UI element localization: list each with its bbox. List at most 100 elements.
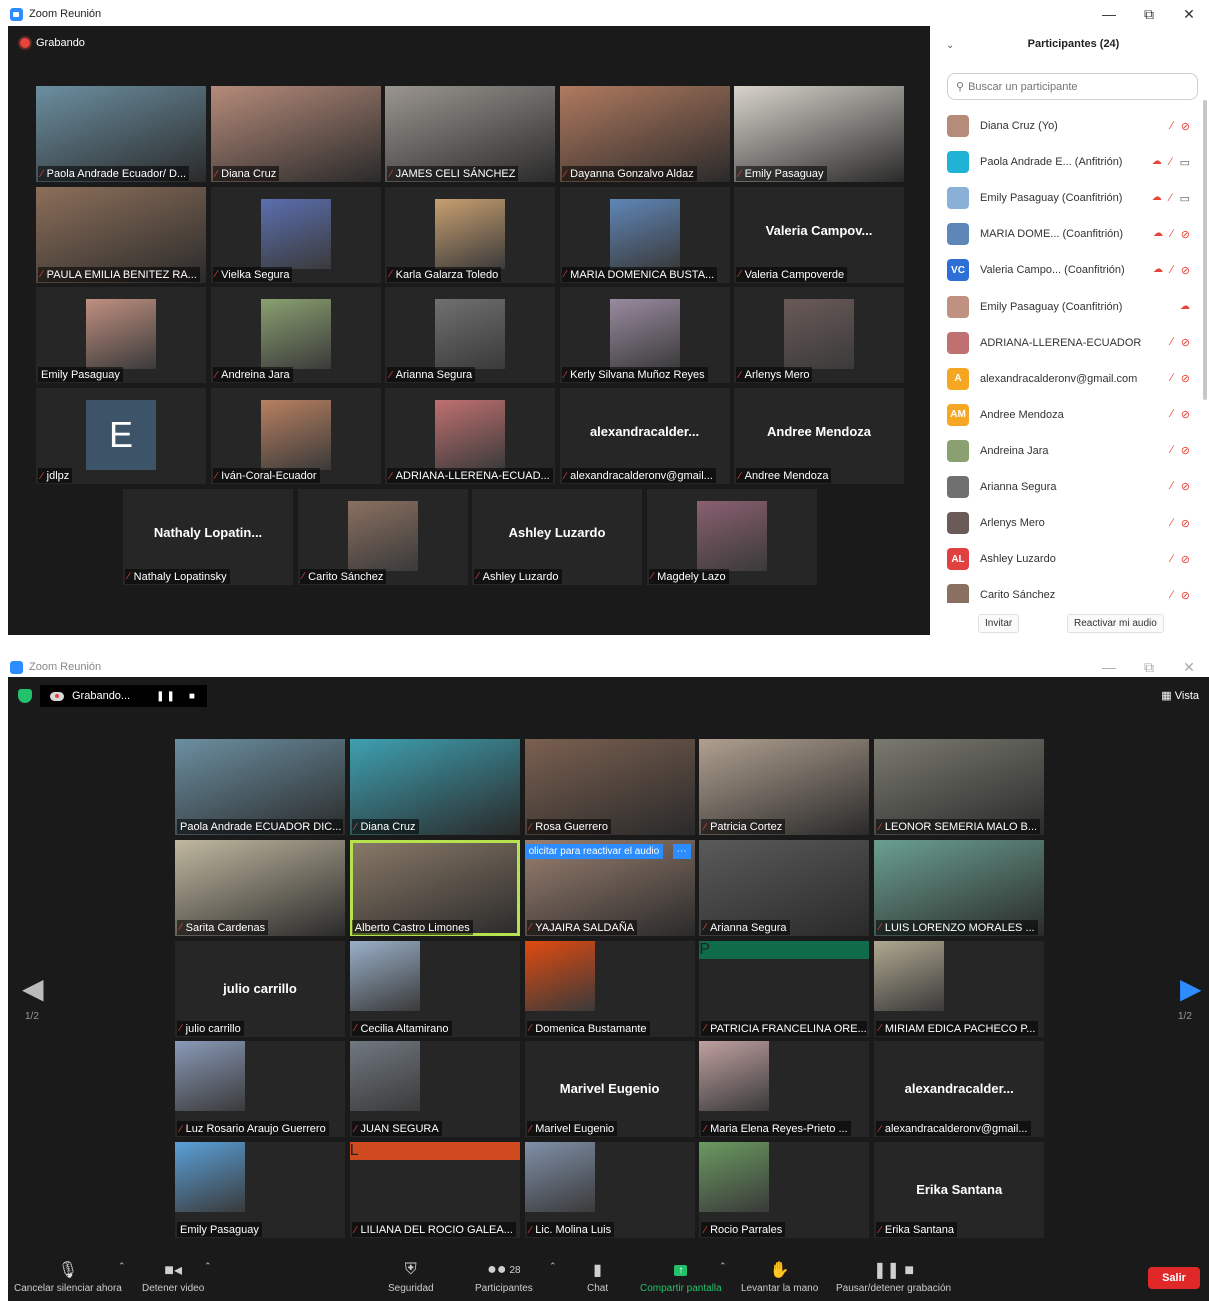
participant-tile[interactable]: ∕ MARIA DOMENICA BUSTA... [559, 186, 730, 283]
participant-row[interactable]: Diana Cruz (Yo) ∕ ⊘ [938, 108, 1202, 144]
participant-tile[interactable]: ∕ Maria Elena Reyes-Prieto ... [699, 1041, 870, 1138]
audio-options-chevron-icon[interactable]: ⌃ [118, 1261, 126, 1272]
participant-tile[interactable]: ∕ Arlenys Mero [734, 287, 904, 384]
share-options-chevron-icon[interactable]: ⌃ [719, 1261, 727, 1272]
participant-tile[interactable]: ∕ JAMES CELI SÁNCHEZ [385, 86, 555, 182]
participant-tile[interactable]: ∕ Dayanna Gonzalvo Aldaz [559, 86, 730, 182]
search-input[interactable] [968, 80, 1189, 93]
minimize-icon[interactable]: — [1089, 657, 1129, 677]
participant-tile[interactable]: alexandracalder... ∕ alexandracalderonv@gm… [874, 1041, 1045, 1138]
participant-row[interactable]: Aalexandracalderonv@gmail.com ∕ ⊘ [938, 361, 1202, 397]
participant-row[interactable]: Arlenys Mero ∕ ⊘ [938, 505, 1202, 541]
participant-tile[interactable]: ∕ Lic. Molina Luis [524, 1142, 695, 1239]
participants-button[interactable]: ●● 28 Participantes [475, 1257, 533, 1294]
participant-tile[interactable]: ∕ Iván-Coral-Ecuador [210, 388, 381, 485]
participant-row[interactable]: Paola Andrade E... (Anfitrión) ☁ ∕ ▭ [938, 144, 1202, 180]
participant-tile[interactable]: E ∕ jdlpz [36, 388, 206, 485]
participant-tile[interactable]: ∕ LUIS LORENZO MORALES ... [874, 839, 1045, 936]
participant-tile[interactable]: L ∕ LILIANA DEL ROCIO GALEA... [349, 1142, 520, 1239]
zoom-window-1: Zoom Reunión — ⧉ ✕ Grabando ∕ Paola Andra… [0, 0, 1209, 640]
participant-tile[interactable]: ∕ Sarita Cardenas [175, 839, 345, 936]
video-options-chevron-icon[interactable]: ⌃ [204, 1261, 212, 1272]
participant-tile[interactable]: ∕ Emily Pasaguay [734, 86, 904, 182]
stop-video-button[interactable]: ■◂ Detener video [142, 1257, 204, 1294]
participant-tile[interactable]: Alberto Castro Limones [349, 839, 520, 936]
participant-name: Karla Galarza Toledo [395, 268, 499, 281]
participant-tile[interactable]: ∕ JUAN SEGURA [349, 1041, 520, 1138]
participant-tile[interactable]: ∕ LEONOR SEMERIA MALO B... [874, 739, 1045, 835]
participant-tile[interactable]: ∕ Domenica Bustamante [524, 940, 695, 1037]
participant-row[interactable]: AL Ashley Luzardo ∕ ⊘ [938, 541, 1202, 577]
minimize-icon[interactable]: — [1089, 0, 1129, 28]
participant-tile[interactable]: Paola Andrade ECUADOR DIC... [175, 739, 345, 835]
participant-search[interactable]: ⚲ [947, 73, 1198, 100]
close-icon[interactable]: ✕ [1169, 657, 1209, 677]
restore-icon[interactable]: ⧉ [1129, 0, 1169, 28]
participant-row[interactable]: Arianna Segura ∕ ⊘ [938, 469, 1202, 505]
participant-row[interactable]: Carito Sánchez ∕ ⊘ [938, 577, 1202, 603]
participant-tile[interactable]: ∕ Paola Andrade Ecuador/ D... [36, 86, 206, 182]
participant-row[interactable]: Andreina Jara ∕ ⊘ [938, 433, 1202, 469]
participant-tile[interactable]: ∕ Rosa Guerrero [524, 739, 695, 835]
mic-muted-icon: 🎙 [57, 1262, 79, 1279]
pause-recording-button[interactable]: ❚❚ ■ Pausar/detener grabación [836, 1257, 951, 1294]
raise-hand-button[interactable]: ✋ Levantar la mano [741, 1257, 818, 1294]
participant-tile[interactable]: Marivel Eugenio ∕ Marivel Eugenio [524, 1041, 695, 1138]
share-screen-button[interactable]: ↑ Compartir pantalla [640, 1257, 722, 1294]
participant-tile[interactable]: Andree Mendoza ∕ Andree Mendoza [734, 388, 904, 485]
participant-tile[interactable]: P ∕ PATRICIA FRANCELINA ORE... [699, 940, 870, 1037]
participant-tile[interactable]: alexandracalder... ∕ alexandracalderonv@gm… [559, 388, 730, 485]
view-button[interactable]: ▦ Vista [1161, 689, 1199, 702]
participant-tile[interactable]: julio carrillo ∕ julio carrillo [175, 940, 345, 1037]
security-shield-icon[interactable] [18, 689, 32, 703]
participant-tile[interactable]: ∕ Diana Cruz [210, 86, 381, 182]
participant-tile[interactable]: ∕ ADRIANA-LLERENA-ECUAD... [385, 388, 555, 485]
participant-row[interactable]: Emily Pasaguay (Coanfitrión) ☁ [938, 288, 1202, 324]
participant-tile[interactable]: Emily Pasaguay [175, 1142, 345, 1239]
participant-tile[interactable]: Nathaly Lopatin... ∕ Nathaly Lopatinsky [123, 488, 293, 585]
participant-tile[interactable]: ∕ Carito Sánchez [297, 488, 468, 585]
participant-tile[interactable]: ∕ Arianna Segura [385, 287, 555, 384]
more-options-icon[interactable]: ⋯ [672, 843, 691, 859]
participant-tile[interactable]: olicitar para reactivar el audio ⋯ ∕ YAJAIR… [524, 839, 695, 936]
participants-options-chevron-icon[interactable]: ⌃ [549, 1261, 557, 1272]
participant-row[interactable]: MARIA DOME... (Coanfitrión) ☁ ∕ ⊘ [938, 216, 1202, 252]
stop-recording-icon[interactable]: ■ [189, 691, 197, 702]
participant-tile[interactable]: ∕ Arianna Segura [699, 839, 870, 936]
participant-tile[interactable]: ∕ Cecilia Altamirano [349, 940, 520, 1037]
unmute-button[interactable]: 🎙 Cancelar silenciar ahora [14, 1257, 122, 1294]
prev-page-icon[interactable]: ◀ [22, 972, 44, 1005]
security-button[interactable]: ⛨ Seguridad [388, 1257, 434, 1294]
participant-tile[interactable]: ∕ Diana Cruz [349, 739, 520, 835]
profile-picture [260, 299, 331, 370]
participant-tile[interactable]: Valeria Campov... ∕ Valeria Campoverde [734, 186, 904, 283]
participant-row[interactable]: AM Andree Mendoza ∕ ⊘ [938, 397, 1202, 433]
chat-button[interactable]: ▮ Chat [587, 1257, 608, 1294]
request-unmute-button[interactable]: olicitar para reactivar el audio [524, 843, 664, 859]
participant-tile[interactable]: ∕ Magdely Lazo [646, 488, 817, 585]
mic-muted-icon: ∕ [879, 1224, 881, 1236]
participant-row[interactable]: Emily Pasaguay (Coanfitrión) ☁ ∕ ▭ [938, 180, 1202, 216]
participant-tile[interactable]: ∕ Karla Galarza Toledo [385, 186, 555, 283]
participant-tile[interactable]: Emily Pasaguay [36, 287, 206, 384]
unmute-me-button[interactable]: Reactivar mi audio [1067, 614, 1164, 633]
participant-row[interactable]: ADRIANA-LLERENA-ECUADOR ∕ ⊘ [938, 325, 1202, 361]
participant-tile[interactable]: ∕ Andreina Jara [210, 287, 381, 384]
invite-button[interactable]: Invitar [978, 614, 1020, 633]
next-page-icon[interactable]: ▶ [1180, 972, 1202, 1005]
participant-tile[interactable]: ∕ Vielka Segura [210, 186, 381, 283]
pause-recording-icon[interactable]: ❚❚ [156, 691, 177, 702]
participant-tile[interactable]: ∕ MIRIAM EDICA PACHECO P... [874, 940, 1045, 1037]
panel-scrollbar[interactable] [1203, 100, 1207, 400]
participant-tile[interactable]: Ashley Luzardo ∕ Ashley Luzardo [472, 488, 642, 585]
participant-tile[interactable]: ∕ Kerly Silvana Muñoz Reyes [559, 287, 730, 384]
participant-tile[interactable]: ∕ PAULA EMILIA BENITEZ RA... [36, 186, 206, 283]
restore-icon[interactable]: ⧉ [1129, 657, 1169, 677]
participant-row[interactable]: VC Valeria Campo... (Coanfitrión) ☁ ∕ ⊘ [938, 252, 1202, 288]
participant-tile[interactable]: ∕ Luz Rosario Araujo Guerrero [175, 1041, 345, 1138]
participant-tile[interactable]: ∕ Rocio Parrales [699, 1142, 870, 1239]
leave-button[interactable]: Salir [1148, 1267, 1200, 1289]
participant-tile[interactable]: Erika Santana ∕ Erika Santana [874, 1142, 1045, 1239]
participant-tile[interactable]: ∕ Patricia Cortez [699, 739, 870, 835]
close-icon[interactable]: ✕ [1169, 0, 1209, 28]
